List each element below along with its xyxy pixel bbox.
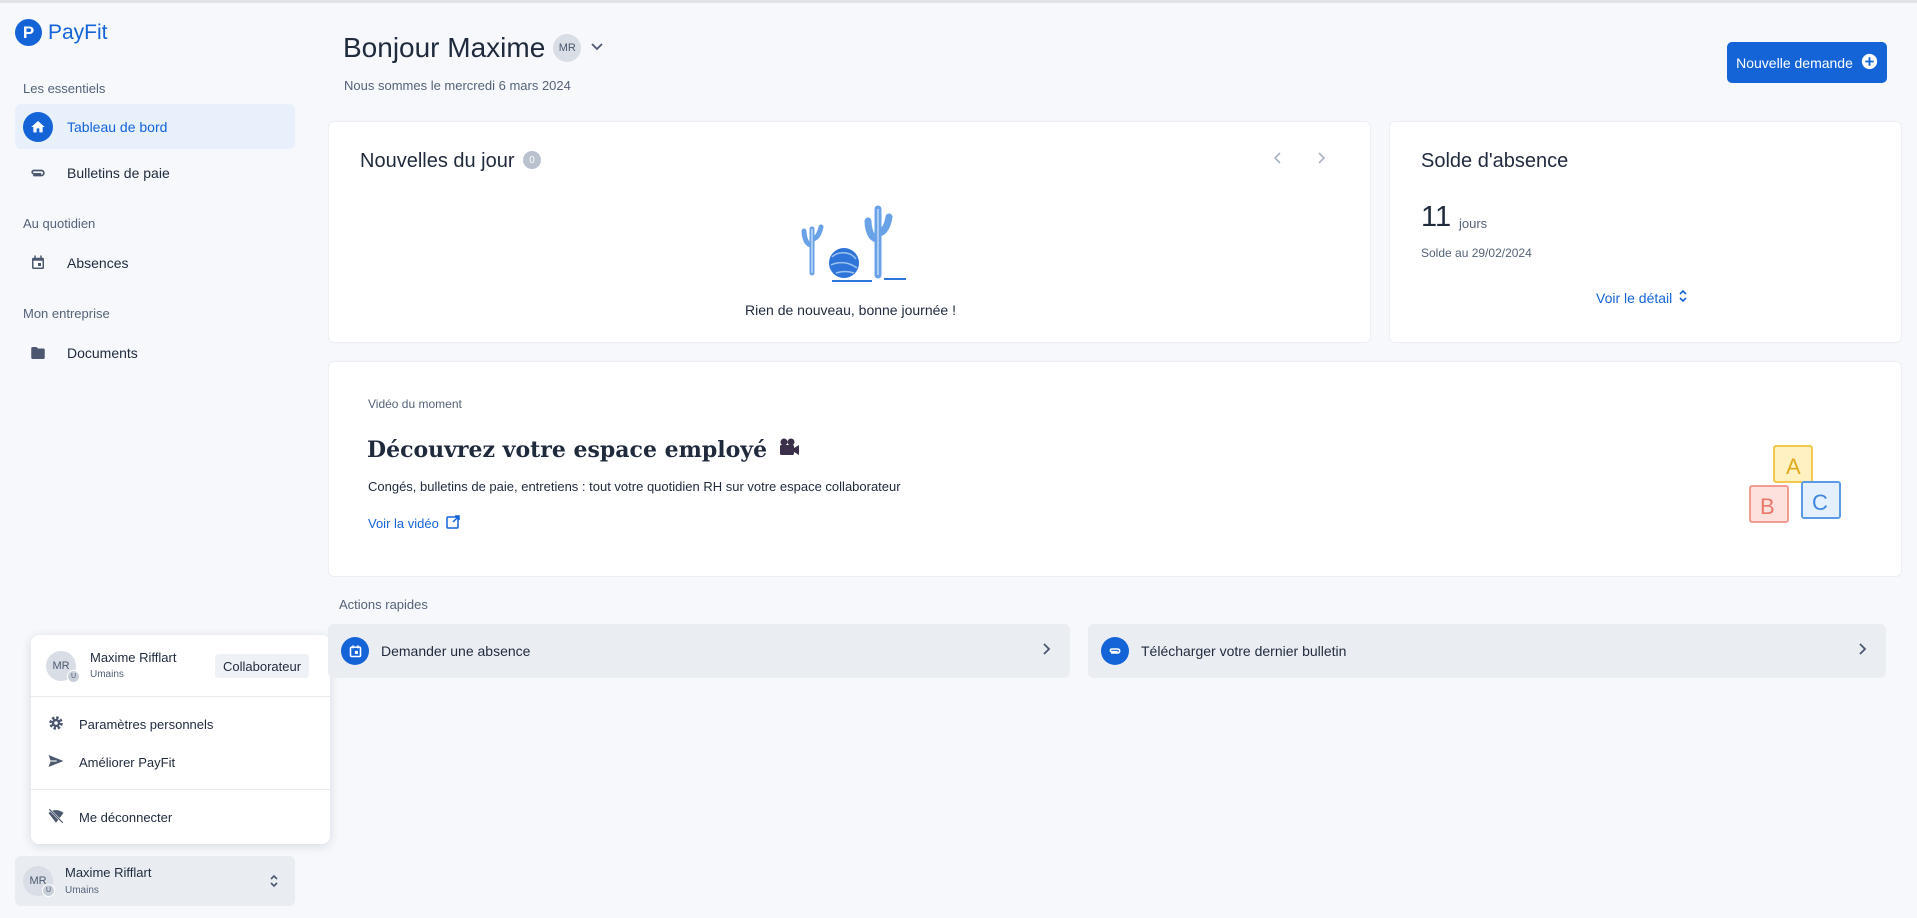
sidebar-item-dashboard[interactable]: Tableau de bord — [15, 104, 295, 149]
chevron-down-icon[interactable] — [589, 38, 605, 59]
calendar-icon — [23, 248, 53, 278]
avatar[interactable]: MR — [553, 34, 582, 62]
news-card: Nouvelles du jour 0 Rien de nouveau, bon… — [328, 121, 1371, 343]
payfit-logo-text: PayFit — [48, 20, 108, 44]
section-label-company: Mon entreprise — [23, 306, 110, 321]
absence-value: 11 — [1421, 201, 1452, 233]
chevron-up-down-icon — [268, 873, 280, 894]
section-label-essentials: Les essentiels — [23, 81, 106, 96]
sidebar-item-documents[interactable]: Documents — [15, 330, 295, 375]
video-title: Découvrez votre espace employé — [367, 437, 801, 463]
quick-actions-label: Actions rapides — [339, 597, 428, 612]
plus-circle-icon — [1861, 53, 1878, 73]
news-title: Nouvelles du jour — [360, 150, 515, 172]
sidebar-item-payslips[interactable]: Bulletins de paie — [15, 150, 295, 195]
chevron-right-icon — [1856, 641, 1868, 660]
video-description: Congés, bulletins de paie, entretiens : … — [368, 479, 901, 494]
external-link-icon — [445, 514, 461, 533]
user-org: Umains — [65, 885, 99, 896]
role-badge: Collaborateur — [215, 654, 310, 678]
chevron-up-down-icon — [1678, 288, 1688, 307]
date-text: Nous sommes le mercredi 6 mars 2024 — [344, 78, 571, 93]
quick-action-label: Demander une absence — [381, 643, 531, 659]
view-detail-link[interactable]: Voir le détail — [1596, 288, 1688, 307]
view-detail-label: Voir le détail — [1596, 289, 1673, 306]
menu-item-personal-settings[interactable]: Paramètres personnels — [47, 710, 317, 738]
avatar-badge: U — [42, 884, 55, 897]
quick-action-download-payslip[interactable]: Télécharger votre dernier bulletin — [1088, 624, 1886, 678]
chevron-right-icon — [1040, 641, 1052, 660]
chevron-left-icon — [1272, 151, 1284, 170]
video-camera-icon — [777, 437, 801, 463]
cactus-illustration — [792, 199, 912, 288]
watch-video-link[interactable]: Voir la vidéo — [368, 514, 461, 533]
calendar-icon — [341, 637, 369, 665]
menu-item-label: Améliorer PayFit — [79, 754, 176, 770]
home-icon — [23, 111, 53, 142]
next-button[interactable] — [1309, 148, 1333, 172]
user-org: Umains — [90, 669, 124, 680]
block-b: B — [1760, 494, 1775, 519]
user-name: Maxime Rifflart — [65, 865, 152, 880]
quick-action-label: Télécharger votre dernier bulletin — [1141, 643, 1347, 659]
absence-balance-card: Solde d'absence 11 jours Solde au 29/02/… — [1389, 121, 1902, 343]
greeting: Bonjour Maxime MR — [343, 32, 605, 64]
gear-icon — [47, 714, 65, 735]
menu-item-logout[interactable]: Me déconnecter — [47, 803, 317, 831]
sidebar-item-label: Absences — [67, 254, 129, 271]
payfit-logo-icon: P — [15, 19, 42, 46]
menu-item-label: Paramètres personnels — [79, 716, 214, 732]
watch-video-label: Voir la vidéo — [368, 516, 439, 531]
block-c: C — [1812, 490, 1828, 515]
video-eyebrow: Vidéo du moment — [368, 397, 462, 411]
user-name: Maxime Rifflart — [90, 650, 177, 665]
previous-button[interactable] — [1266, 148, 1290, 172]
section-label-daily: Au quotidien — [23, 216, 96, 231]
send-icon — [47, 752, 65, 773]
absence-title: Solde d'absence — [1421, 150, 1569, 172]
sidebar-item-absences[interactable]: Absences — [15, 240, 295, 285]
payfit-logo[interactable]: P PayFit — [15, 19, 108, 46]
account-switcher[interactable]: MR U Maxime Rifflart Umains — [15, 856, 295, 906]
absence-unit: jours — [1459, 216, 1488, 231]
video-card: Vidéo du moment Congés, bulletins de pai… — [328, 361, 1902, 577]
menu-divider — [31, 789, 330, 790]
user-menu-header: MR U Maxime Rifflart Umains Collaborateu… — [31, 635, 330, 697]
wifi-off-icon — [47, 807, 65, 828]
folder-icon — [23, 338, 53, 368]
news-empty-text: Rien de nouveau, bonne journée ! — [745, 302, 956, 318]
block-a: A — [1786, 454, 1801, 479]
news-count-badge: 0 — [523, 151, 541, 169]
menu-item-improve-payfit[interactable]: Améliorer PayFit — [47, 748, 317, 776]
paperclip-icon — [1101, 637, 1129, 665]
sidebar-item-label: Documents — [67, 344, 138, 361]
absence-note: Solde au 29/02/2024 — [1421, 246, 1532, 260]
page-title: Bonjour Maxime — [343, 32, 546, 63]
sidebar-item-label: Bulletins de paie — [67, 164, 170, 181]
new-request-label: Nouvelle demande — [1736, 54, 1853, 71]
paperclip-icon — [23, 158, 53, 188]
avatar-badge: U — [67, 670, 80, 683]
new-request-button[interactable]: Nouvelle demande — [1727, 42, 1887, 83]
chevron-right-icon — [1315, 151, 1327, 170]
video-title-text: Découvrez votre espace employé — [367, 437, 768, 463]
user-menu-popup: MR U Maxime Rifflart Umains Collaborateu… — [31, 635, 330, 844]
menu-item-label: Me déconnecter — [79, 809, 173, 825]
abc-blocks-illustration: A B C — [1746, 440, 1852, 537]
sidebar-item-label: Tableau de bord — [67, 118, 168, 135]
quick-action-request-absence[interactable]: Demander une absence — [328, 624, 1070, 678]
